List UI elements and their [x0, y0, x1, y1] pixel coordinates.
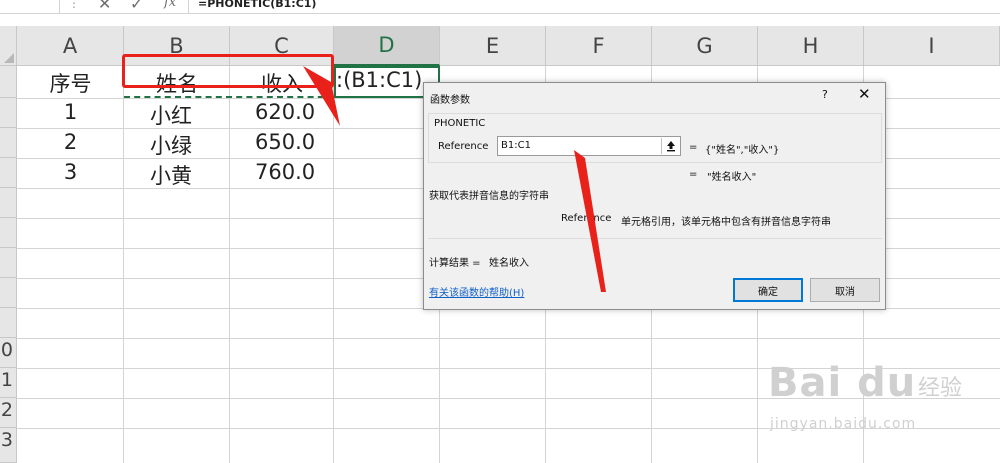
function-name: PHONETIC: [434, 118, 486, 129]
function-arguments-dialog: 函数参数 ? ✕ PHONETIC Reference B1:C1 = {"姓名…: [423, 82, 886, 310]
gridline-col: [229, 66, 230, 463]
name-box[interactable]: [0, 0, 60, 13]
column-header-d[interactable]: D: [334, 26, 440, 66]
row-header-2[interactable]: [0, 98, 17, 128]
argument-description-name: Reference: [561, 213, 612, 224]
cell-c3[interactable]: 650.0: [255, 130, 315, 154]
dialog-title: 函数参数: [430, 95, 470, 106]
function-result: "姓名收入": [707, 172, 757, 183]
result-equals: =: [689, 169, 698, 180]
row-header-label: 11: [0, 369, 13, 391]
column-header-e[interactable]: E: [440, 26, 546, 66]
cell-b3[interactable]: 小绿: [150, 130, 192, 160]
column-header-i[interactable]: I: [864, 26, 1000, 66]
gridline-col: [333, 66, 334, 463]
close-icon[interactable]: ✕: [858, 85, 871, 103]
dialog-divider: [428, 238, 882, 239]
cell-b4[interactable]: 小黄: [150, 160, 192, 190]
row-header-10[interactable]: 10: [0, 338, 17, 368]
cancel-button[interactable]: 取消: [810, 278, 880, 302]
cell-a3[interactable]: 2: [17, 130, 124, 154]
insert-function-icon[interactable]: fx: [164, 0, 176, 10]
column-header-h[interactable]: H: [758, 26, 864, 66]
row-header-13[interactable]: 13: [0, 428, 17, 463]
row-header-12[interactable]: 12: [0, 398, 17, 428]
formula-bar: ⋮ ✕ ✓ fx =PHONETIC(B1:C1): [0, 0, 1000, 14]
argument-description: 单元格引用，该单元格中包含有拼音信息字符串: [621, 217, 831, 228]
select-all-corner[interactable]: [0, 26, 17, 66]
cell-b2[interactable]: 小红: [150, 100, 192, 130]
collapse-dialog-button[interactable]: [661, 138, 679, 154]
watermark-url: jingyan.baidu.com: [770, 416, 917, 432]
row-header-7[interactable]: [0, 248, 17, 278]
formula-bar-grip: ⋮: [68, 0, 80, 10]
argument-equals: =: [689, 142, 698, 153]
formula-input[interactable]: =PHONETIC(B1:C1): [198, 0, 316, 10]
watermark-cn: 经验: [918, 376, 963, 401]
argument-label: Reference: [438, 141, 489, 152]
ok-button[interactable]: 确定: [733, 278, 803, 302]
reference-input-value: B1:C1: [501, 140, 531, 151]
cell-c4[interactable]: 760.0: [255, 160, 315, 184]
row-header-6[interactable]: [0, 218, 17, 248]
row-header-5[interactable]: [0, 188, 17, 218]
cell-a2[interactable]: 1: [17, 100, 124, 124]
help-icon[interactable]: ?: [822, 88, 828, 101]
column-header-g[interactable]: G: [652, 26, 758, 66]
argument-result: {"姓名","收入"}: [705, 145, 780, 156]
baidu-watermark: Bai du 经验 jingyan.baidu.com: [768, 360, 988, 450]
select-all-triangle-icon: [4, 53, 14, 63]
row-header-label: 12: [0, 399, 13, 421]
column-header-f[interactable]: F: [546, 26, 652, 66]
annotation-highlight-box: [122, 54, 334, 88]
watermark-brand: Bai du: [768, 360, 917, 406]
row-header-8[interactable]: [0, 278, 17, 308]
row-header-11[interactable]: 11: [0, 368, 17, 398]
row-header-label: 13: [0, 429, 13, 451]
function-help-link[interactable]: 有关该函数的帮助(H): [429, 284, 524, 299]
gridline-col: [123, 66, 124, 463]
row-header-9[interactable]: [0, 308, 17, 338]
cell-a4[interactable]: 3: [17, 160, 124, 184]
cell-c2[interactable]: 620.0: [255, 100, 315, 124]
row-header-label: 10: [0, 339, 13, 361]
row-header-4[interactable]: [0, 158, 17, 188]
formula-bar-divider: [188, 0, 189, 13]
calc-result-value: 姓名收入: [489, 258, 529, 269]
calc-result-label: 计算结果 =: [429, 258, 481, 269]
upload-arrow-icon: [666, 141, 675, 152]
cancel-formula-icon[interactable]: ✕: [98, 0, 111, 13]
enter-formula-icon[interactable]: ✓: [130, 0, 143, 13]
reference-input[interactable]: B1:C1: [497, 136, 681, 156]
gridline-row: [17, 338, 1000, 339]
function-description: 获取代表拼音信息的字符串: [429, 191, 549, 202]
cell-a1[interactable]: 序号: [17, 68, 124, 98]
row-header-1[interactable]: [0, 66, 17, 98]
column-header-a[interactable]: A: [17, 26, 124, 66]
row-header-3[interactable]: [0, 128, 17, 158]
